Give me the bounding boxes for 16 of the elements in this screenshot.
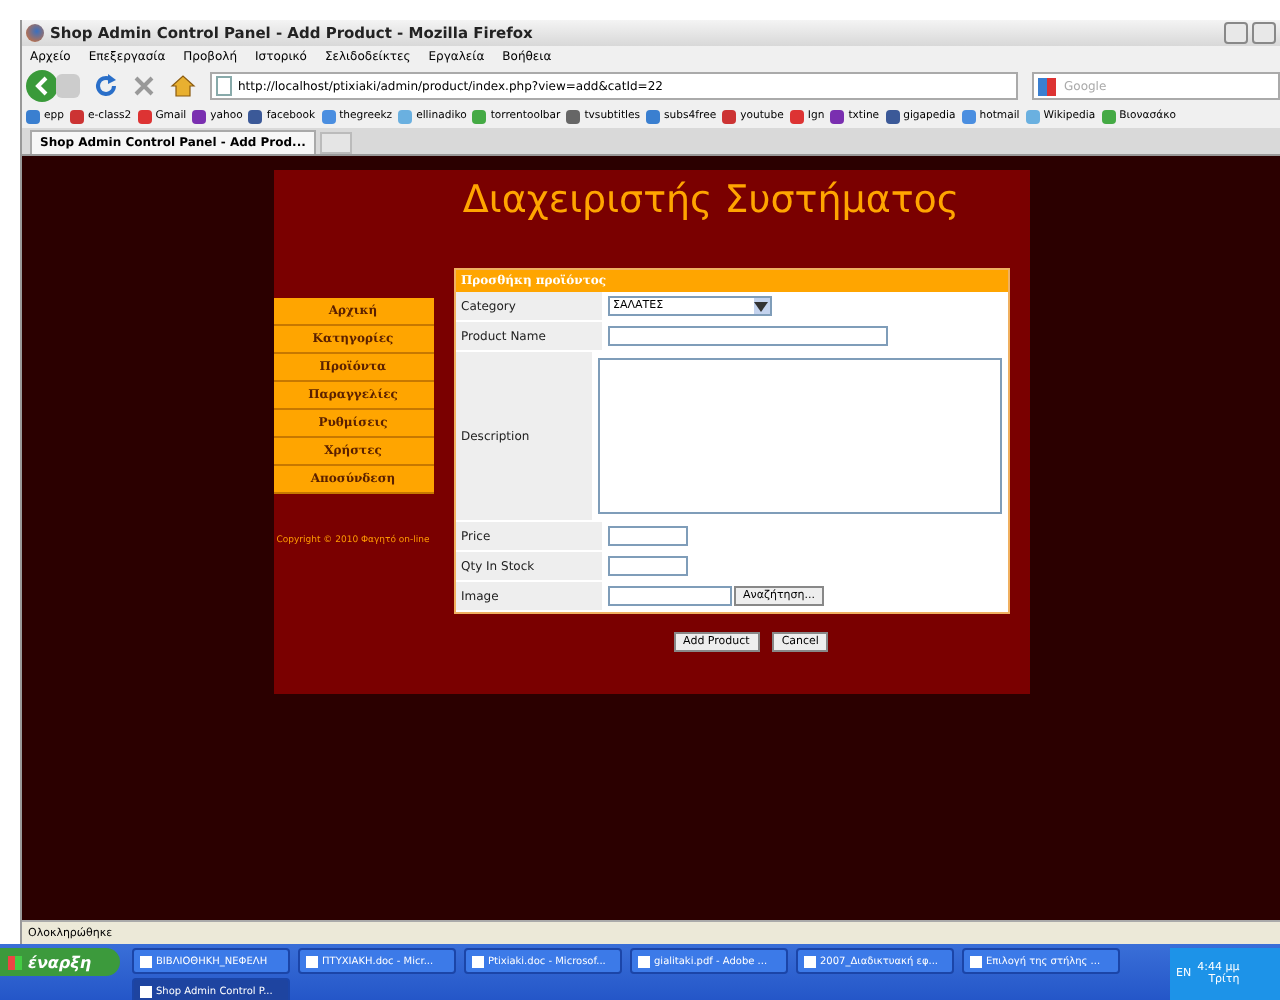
dropdown-arrow-icon — [754, 301, 768, 311]
text-field[interactable] — [607, 326, 887, 346]
stop-icon[interactable] — [132, 74, 156, 98]
minimize-button[interactable] — [1224, 22, 1248, 44]
maximize-button[interactable] — [1252, 22, 1276, 44]
new-tab-button[interactable] — [319, 132, 352, 154]
text-field[interactable] — [607, 556, 687, 576]
description-field[interactable] — [597, 358, 1001, 514]
reload-icon[interactable] — [94, 74, 118, 98]
text-field[interactable] — [607, 526, 687, 546]
home-icon[interactable] — [170, 74, 196, 98]
page-title: Διαχειριστής Συστήματος — [460, 176, 962, 226]
back-button[interactable] — [26, 70, 58, 102]
file-field[interactable] — [607, 586, 731, 606]
start-button[interactable]: έναρξη — [0, 948, 120, 976]
browser-icon — [26, 24, 44, 42]
